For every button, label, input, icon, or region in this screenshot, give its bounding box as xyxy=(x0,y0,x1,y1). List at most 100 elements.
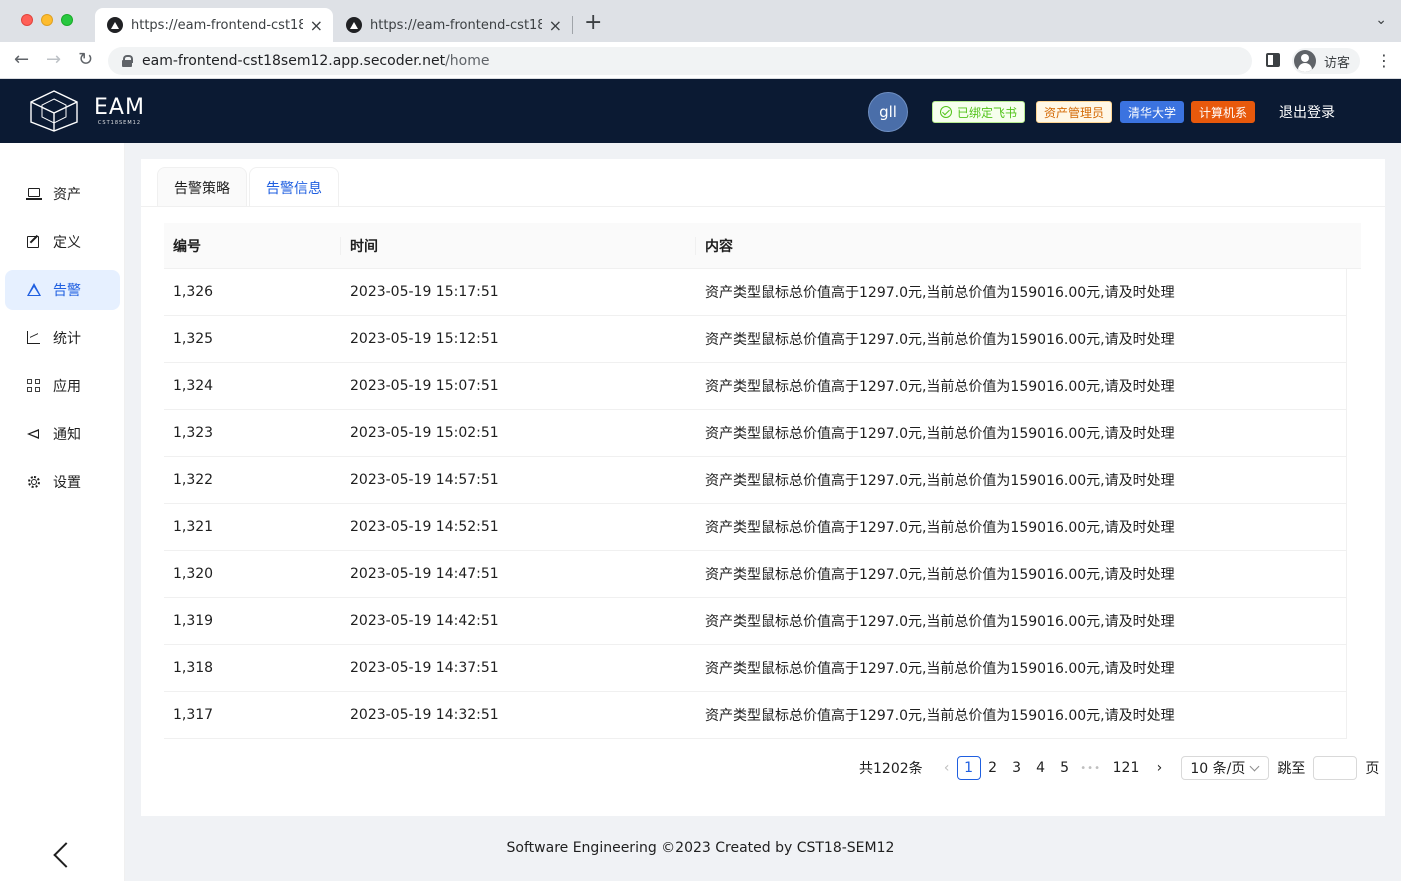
page-item-3[interactable]: 3 xyxy=(1005,756,1029,780)
site-favicon-icon xyxy=(346,17,362,33)
cell-content: 资产类型鼠标总价值高于1297.0元,当前总价值为159016.00元,请及时处… xyxy=(705,520,1175,536)
sidebar-item-alerts[interactable]: 告警 xyxy=(5,270,120,310)
window-minimize-button[interactable] xyxy=(41,14,53,26)
sound-icon xyxy=(27,427,41,441)
feishu-tag-label: 已绑定飞书 xyxy=(957,105,1018,120)
table-row: 1,320 2023-05-19 14:47:51 资产类型鼠标总价值高于129… xyxy=(164,551,1346,598)
window-zoom-button[interactable] xyxy=(61,14,73,26)
url-host: eam-frontend-cst18sem12.app.secoder.net xyxy=(142,53,446,69)
tab-search-chevron-icon[interactable]: ⌄ xyxy=(1375,12,1387,28)
cell-id: 1,321 xyxy=(173,519,214,535)
tab-close-icon[interactable]: × xyxy=(310,16,323,35)
jump-page-input[interactable] xyxy=(1313,756,1358,780)
page-item-2[interactable]: 2 xyxy=(981,756,1005,780)
cell-id: 1,326 xyxy=(173,284,214,300)
cell-time: 2023-05-19 14:47:51 xyxy=(350,566,499,582)
cell-id: 1,324 xyxy=(173,378,214,394)
sidebar-item-statistics[interactable]: 统计 xyxy=(5,318,120,358)
pagination: 共1202条 ‹ 1 2 3 4 5 ••• 121 › 10 条/页 跳至 页 xyxy=(859,756,1379,780)
browser-tab-active[interactable]: https://eam-frontend-cst18sem12.app.seco… xyxy=(95,8,333,42)
back-arrow-icon[interactable]: ← xyxy=(14,49,29,71)
sidebar-item-label: 应用 xyxy=(53,379,81,395)
cell-content: 资产类型鼠标总价值高于1297.0元,当前总价值为159016.00元,请及时处… xyxy=(705,285,1175,301)
sidebar-item-label: 通知 xyxy=(53,427,81,443)
sidebar: 资产 定义 告警 统计 应用 通知 设置 xyxy=(0,143,125,881)
cell-time: 2023-05-19 15:12:51 xyxy=(350,331,499,347)
table-row: 1,322 2023-05-19 14:57:51 资产类型鼠标总价值高于129… xyxy=(164,457,1346,504)
page-size-select[interactable]: 10 条/页 xyxy=(1181,756,1270,780)
profile-avatar-icon xyxy=(1294,50,1316,72)
address-bar[interactable]: eam-frontend-cst18sem12.app.secoder.net /… xyxy=(108,47,1252,75)
reload-icon[interactable]: ↻ xyxy=(78,49,93,71)
cell-time: 2023-05-19 14:52:51 xyxy=(350,519,499,535)
cube-logo-icon xyxy=(30,90,78,132)
jump-suffix-label: 页 xyxy=(1365,761,1380,777)
table-scrollbar[interactable] xyxy=(1346,269,1361,739)
side-panel-icon[interactable] xyxy=(1266,53,1280,67)
line-chart-icon xyxy=(27,331,41,345)
quick-jumper: 跳至 页 xyxy=(1277,756,1379,780)
cell-id: 1,317 xyxy=(173,707,214,723)
sidebar-item-apps[interactable]: 应用 xyxy=(5,366,120,406)
edit-icon xyxy=(27,235,41,249)
logout-button[interactable]: 退出登录 xyxy=(1279,102,1335,122)
cell-id: 1,318 xyxy=(173,660,214,676)
cell-content: 资产类型鼠标总价值高于1297.0元,当前总价值为159016.00元,请及时处… xyxy=(705,614,1175,630)
tab-divider-line xyxy=(141,206,1385,207)
eam-logo[interactable]: EAM CST18SEM12 xyxy=(28,89,145,133)
tab-close-icon[interactable]: × xyxy=(549,16,562,35)
cell-content: 资产类型鼠标总价值高于1297.0元,当前总价值为159016.00元,请及时处… xyxy=(705,379,1175,395)
tab-alert-policies[interactable]: 告警策略 xyxy=(157,167,247,207)
url-path: /home xyxy=(445,53,490,69)
browser-menu-icon[interactable]: ⋮ xyxy=(1376,51,1392,71)
forward-arrow-icon[interactable]: → xyxy=(46,49,61,71)
cell-time: 2023-05-19 14:57:51 xyxy=(350,472,499,488)
browser-tab-inactive[interactable]: https://eam-frontend-cst18sem12.app.seco… xyxy=(334,8,572,42)
sidebar-item-settings[interactable]: 设置 xyxy=(5,462,120,502)
sidebar-item-notifications[interactable]: 通知 xyxy=(5,414,120,454)
pagination-ellipsis[interactable]: ••• xyxy=(1077,763,1105,774)
table-header: 编号 时间 内容 xyxy=(164,223,1361,269)
lock-icon[interactable] xyxy=(122,55,133,67)
next-page-icon[interactable]: › xyxy=(1149,760,1169,776)
table-row: 1,321 2023-05-19 14:52:51 资产类型鼠标总价值高于129… xyxy=(164,504,1346,551)
cell-content: 资产类型鼠标总价值高于1297.0元,当前总价值为159016.00元,请及时处… xyxy=(705,332,1175,348)
page-item-4[interactable]: 4 xyxy=(1029,756,1053,780)
page-item-last[interactable]: 121 xyxy=(1113,756,1140,780)
cell-time: 2023-05-19 14:32:51 xyxy=(350,707,499,723)
cell-time: 2023-05-19 14:42:51 xyxy=(350,613,499,629)
page-item-5[interactable]: 5 xyxy=(1053,756,1077,780)
table-row: 1,317 2023-05-19 14:32:51 资产类型鼠标总价值高于129… xyxy=(164,692,1346,739)
column-header-id: 编号 xyxy=(164,223,341,269)
jump-prefix-label: 跳至 xyxy=(1277,761,1306,777)
pagination-total: 共1202条 xyxy=(859,761,923,777)
profile-label: 访客 xyxy=(1324,55,1351,71)
page-item-1[interactable]: 1 xyxy=(956,756,981,780)
cell-id: 1,323 xyxy=(173,425,214,441)
tab-alert-messages[interactable]: 告警信息 xyxy=(249,167,339,207)
window-close-button[interactable] xyxy=(21,14,33,26)
new-tab-icon[interactable]: + xyxy=(584,11,602,35)
logo-subtitle: CST18SEM12 xyxy=(97,120,142,126)
appstore-icon xyxy=(27,379,41,393)
page-footer: Software Engineering ©2023 Created by CS… xyxy=(506,840,895,856)
setting-icon xyxy=(27,475,41,489)
cell-content: 资产类型鼠标总价值高于1297.0元,当前总价值为159016.00元,请及时处… xyxy=(705,661,1175,677)
sidebar-item-label: 统计 xyxy=(53,331,81,347)
sidebar-item-definitions[interactable]: 定义 xyxy=(5,222,120,262)
feishu-bound-tag: 已绑定飞书 xyxy=(932,101,1026,123)
column-header-content: 内容 xyxy=(705,238,733,255)
department-tag: 计算机系 xyxy=(1191,101,1256,123)
profile-button[interactable]: 访客 xyxy=(1292,48,1361,74)
user-avatar[interactable]: gll xyxy=(868,92,908,132)
app-header: EAM CST18SEM12 gll 已绑定飞书 资产管理员 清华大学 计算机系… xyxy=(0,79,1401,143)
warning-icon xyxy=(27,283,41,297)
sidebar-item-label: 告警 xyxy=(53,283,81,299)
browser-tab-bar: https://eam-frontend-cst18sem12.app.seco… xyxy=(0,0,1401,42)
cell-time: 2023-05-19 15:07:51 xyxy=(350,378,499,394)
table-row: 1,325 2023-05-19 15:12:51 资产类型鼠标总价值高于129… xyxy=(164,316,1346,363)
prev-page-icon[interactable]: ‹ xyxy=(937,760,957,776)
sidebar-item-assets[interactable]: 资产 xyxy=(5,174,120,214)
browser-tab-title: https://eam-frontend-cst18sem12.app.seco… xyxy=(370,17,542,33)
table-row: 1,318 2023-05-19 14:37:51 资产类型鼠标总价值高于129… xyxy=(164,645,1346,692)
